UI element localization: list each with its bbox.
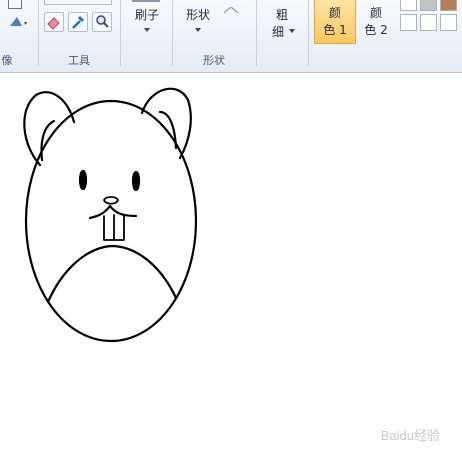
brushes-label: 刷子	[134, 8, 159, 22]
eraser-icon	[47, 17, 60, 30]
shapes-label: 形状	[185, 8, 210, 22]
size-button[interactable]: 粗 细	[262, 0, 302, 44]
palette-swatch-brown[interactable]	[440, 0, 457, 11]
group-label-image: 像	[1, 54, 13, 67]
palette-swatch-empty[interactable]	[420, 14, 437, 31]
chevron-down-icon	[289, 29, 295, 33]
rotate-icon[interactable]	[8, 14, 30, 28]
palette-swatch-white[interactable]	[400, 0, 417, 11]
watermark: Baidu经验	[380, 428, 440, 443]
group-label-shapes: 形状	[203, 54, 225, 67]
teeth	[103, 214, 125, 241]
color2-label-bottom: 色 2	[364, 23, 388, 37]
palette-swatch-empty[interactable]	[440, 14, 457, 31]
brushes-icon	[132, 0, 160, 2]
hamster-body	[24, 99, 198, 343]
palette-swatch-empty[interactable]	[400, 14, 417, 31]
right-ear-inner	[158, 110, 178, 150]
color-palette	[398, 0, 462, 36]
color2-button[interactable]: 颜 色 2	[356, 0, 396, 44]
left-eye	[78, 169, 88, 191]
palette-swatch-gray[interactable]	[420, 0, 437, 11]
drawing-canvas[interactable]: Baidu经验	[0, 73, 462, 462]
magnifier-button[interactable]	[92, 12, 112, 32]
hamster-drawing	[23, 87, 198, 343]
fill-icon[interactable]	[222, 0, 240, 14]
color-picker-button[interactable]	[68, 12, 88, 32]
eraser-button[interactable]	[44, 12, 64, 32]
belly	[46, 244, 178, 304]
color1-label-bottom: 色 1	[323, 23, 347, 37]
ribbon: 像 工具 刷子 形状 形状 粗 细 颜 色 1 颜 色 2	[0, 0, 462, 73]
chevron-down-icon	[195, 28, 201, 32]
size-label-top: 粗	[275, 8, 288, 22]
shapes-button[interactable]: 形状	[176, 0, 220, 44]
group-separator	[120, 0, 121, 66]
group-separator	[308, 0, 309, 66]
color1-button[interactable]: 颜 色 1	[314, 0, 356, 44]
right-ear-outer	[140, 87, 192, 160]
brushes-button[interactable]: 刷子	[124, 0, 170, 44]
left-ear-outer	[23, 91, 76, 167]
group-separator	[256, 0, 257, 66]
crop-icon[interactable]	[8, 0, 22, 9]
color-picker-icon	[72, 15, 85, 29]
group-separator	[172, 0, 173, 66]
tools-group: 工具	[38, 0, 120, 67]
tools-top-row	[44, 0, 112, 5]
group-label-tools: 工具	[68, 54, 90, 67]
color2-label-top: 颜	[369, 6, 382, 20]
chevron-down-icon	[144, 28, 150, 32]
magnifier-icon	[96, 15, 109, 28]
nose	[103, 196, 119, 205]
mouth	[88, 204, 138, 220]
right-eye	[131, 170, 141, 192]
color1-label-top: 颜	[328, 6, 341, 20]
